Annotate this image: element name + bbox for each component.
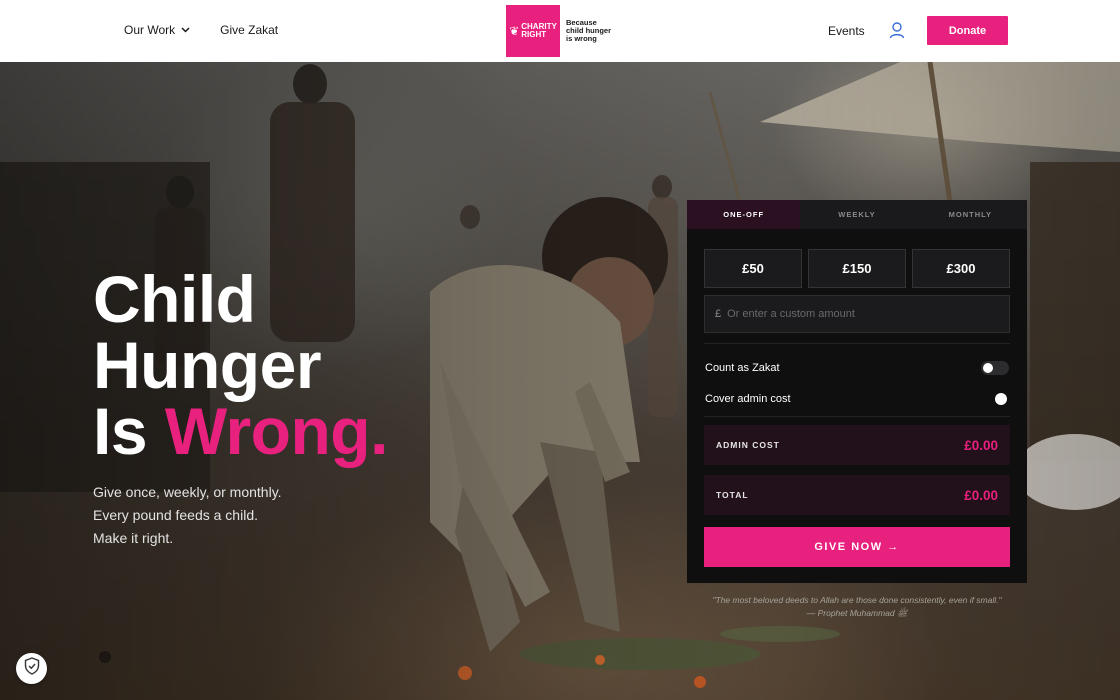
hero-subtext: Give once, weekly, or monthly. Every pou… — [93, 481, 282, 550]
logo-tagline-3: is wrong — [566, 34, 597, 43]
custom-amount-input[interactable] — [727, 308, 988, 320]
chevron-down-icon — [181, 27, 190, 33]
toggle-knob — [995, 393, 1007, 405]
frequency-tabs: ONE-OFF WEEKLY MONTHLY — [687, 200, 1027, 229]
give-now-button[interactable]: GIVE NOW → — [704, 527, 1010, 567]
tab-one-off[interactable]: ONE-OFF — [687, 200, 801, 229]
admin-cost-row: Cover admin cost — [705, 392, 1009, 406]
logo-line2: RIGHT — [521, 30, 547, 39]
site-logo[interactable]: ❦ CHARITY RIGHT Because child hunger is … — [506, 5, 618, 57]
primary-nav: Our Work Give Zakat — [124, 0, 278, 62]
total-summary: TOTAL £0.00 — [704, 475, 1010, 515]
shield-check-icon — [24, 657, 40, 680]
hadith-quote: "The most beloved deeds to Allah are tho… — [690, 594, 1024, 620]
nav-our-work-label: Our Work — [124, 23, 176, 37]
headline-line3-accent: Wrong. — [164, 394, 389, 468]
tab-monthly[interactable]: MONTHLY — [914, 200, 1027, 229]
toggle-knob — [983, 363, 993, 373]
nav-our-work[interactable]: Our Work — [124, 23, 190, 37]
tab-weekly[interactable]: WEEKLY — [800, 200, 913, 229]
wheat-icon: ❦ — [509, 24, 520, 38]
amount-button-300[interactable]: £300 — [912, 249, 1010, 288]
nav-events-label: Events — [828, 24, 865, 38]
nav-give-zakat-label: Give Zakat — [220, 23, 279, 37]
zakat-row: Count as Zakat — [705, 361, 1009, 375]
zakat-toggle[interactable] — [981, 361, 1009, 375]
hero-sub-1: Give once, weekly, or monthly. — [93, 484, 282, 500]
amount-button-150[interactable]: £150 — [808, 249, 906, 288]
amount-button-50[interactable]: £50 — [704, 249, 802, 288]
nav-give-zakat[interactable]: Give Zakat — [220, 23, 278, 37]
admin-cost-value: £0.00 — [964, 437, 998, 453]
user-icon[interactable] — [889, 22, 905, 44]
admin-cost-summary: ADMIN COST £0.00 — [704, 425, 1010, 465]
admin-cost-label: ADMIN COST — [716, 440, 780, 450]
total-label: TOTAL — [716, 490, 749, 500]
hero-headline: Child Hunger Is Wrong. — [93, 266, 388, 464]
donate-button[interactable]: Donate — [927, 16, 1008, 45]
admin-cost-toggle-label: Cover admin cost — [705, 393, 791, 405]
headline-line3-prefix: Is — [93, 394, 148, 468]
custom-amount-field[interactable]: £ — [704, 295, 1010, 333]
nav-events[interactable]: Events — [828, 0, 865, 62]
logo-tagline: Because child hunger is wrong — [566, 19, 618, 43]
admin-cost-toggle[interactable] — [981, 392, 1009, 406]
divider — [704, 416, 1010, 417]
quote-text: "The most beloved deeds to Allah are tho… — [712, 595, 1002, 605]
headline-line1: Child — [93, 262, 256, 336]
site-header: Our Work Give Zakat ❦ CHARITY RIGHT Beca… — [0, 0, 1120, 62]
donation-card: ONE-OFF WEEKLY MONTHLY £50 £150 £300 £ C… — [687, 200, 1027, 583]
divider — [704, 343, 1010, 344]
privacy-settings-button[interactable] — [16, 653, 47, 684]
hero-sub-2: Every pound feeds a child. — [93, 507, 258, 523]
headline-line2: Hunger — [93, 328, 322, 402]
amount-options: £50 £150 £300 — [704, 249, 1010, 288]
quote-attribution: — Prophet Muhammad ﷺ — [806, 608, 908, 618]
currency-symbol: £ — [715, 308, 722, 320]
total-value: £0.00 — [964, 487, 998, 503]
zakat-label: Count as Zakat — [705, 362, 780, 374]
hero-sub-3: Make it right. — [93, 530, 174, 546]
logo-mark: ❦ CHARITY RIGHT — [506, 5, 560, 57]
